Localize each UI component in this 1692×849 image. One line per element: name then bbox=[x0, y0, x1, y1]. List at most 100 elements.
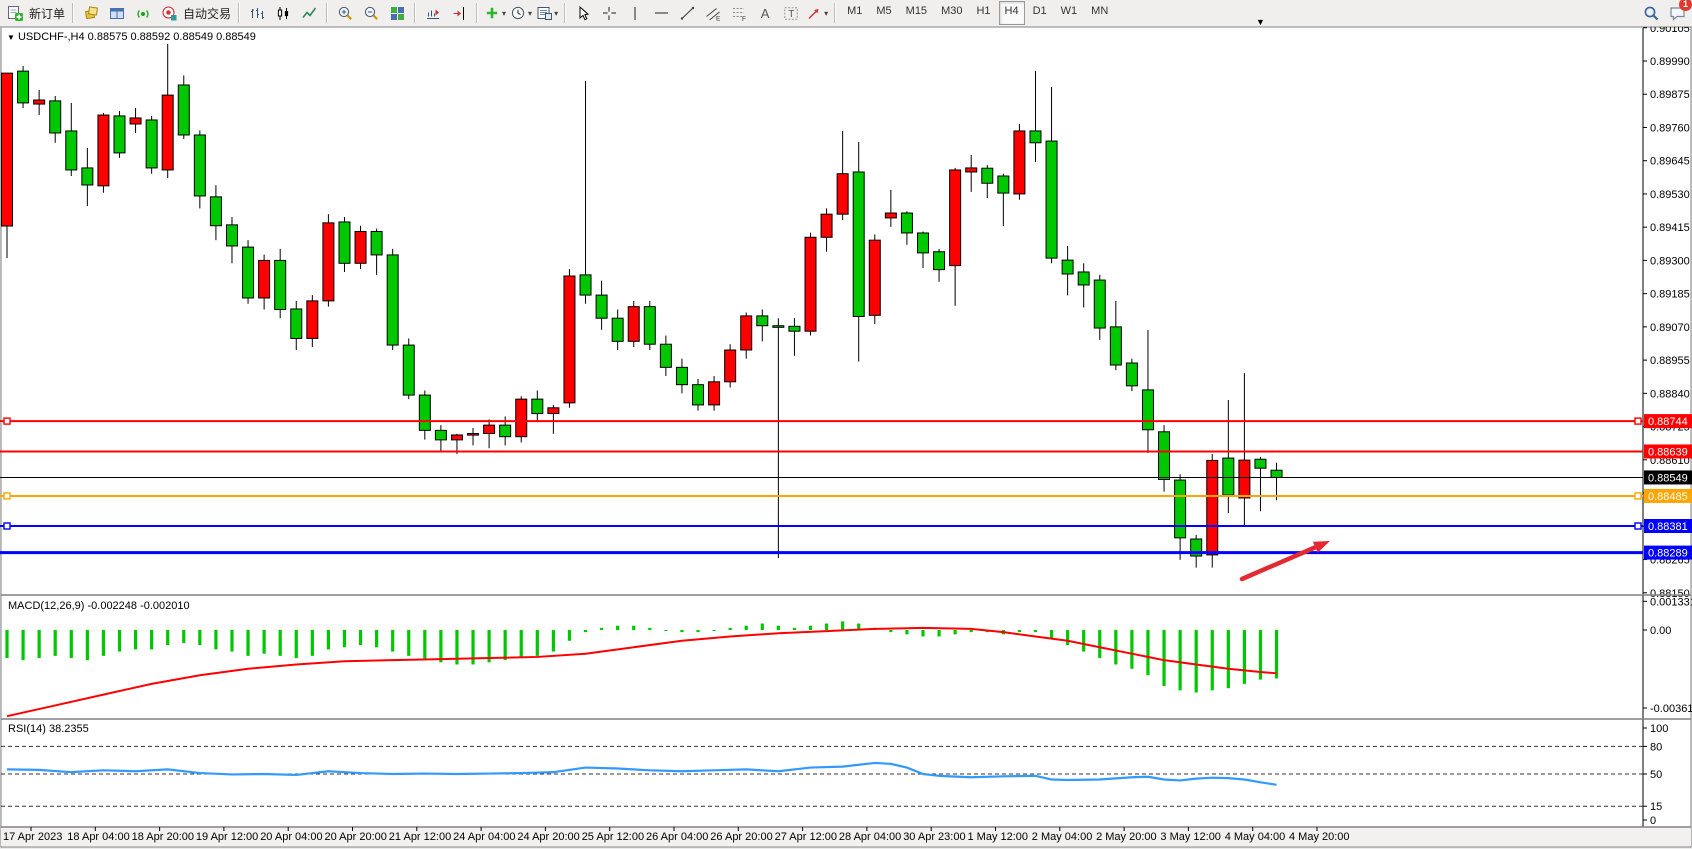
macd-histogram-bar bbox=[343, 630, 346, 647]
new-order-label[interactable]: 新订单 bbox=[29, 5, 65, 22]
zoom-out-button[interactable] bbox=[359, 1, 383, 25]
signal-button[interactable] bbox=[131, 1, 155, 25]
macd-axis-label: 0.00 bbox=[1650, 625, 1671, 637]
trendline-icon bbox=[679, 5, 696, 22]
candle bbox=[532, 399, 543, 413]
vertical-line-icon bbox=[627, 5, 644, 22]
autotrade-label[interactable]: 自动交易 bbox=[183, 5, 231, 22]
chart-canvas[interactable]: 0.901050.899900.898750.897600.896450.895… bbox=[0, 0, 1692, 849]
tile-windows-button[interactable] bbox=[385, 1, 409, 25]
price-axis-label: 0.89875 bbox=[1650, 89, 1690, 101]
candle bbox=[1142, 390, 1153, 430]
chart-shift-marker-icon[interactable]: ▼ bbox=[1256, 17, 1265, 27]
candle bbox=[805, 237, 816, 331]
text-button[interactable]: A bbox=[753, 1, 777, 25]
toolbar-separator bbox=[476, 3, 478, 23]
time-axis-label: 18 Apr 20:00 bbox=[132, 831, 194, 843]
macd-histogram-bar bbox=[552, 630, 555, 652]
new-order-button[interactable] bbox=[3, 1, 27, 25]
candle bbox=[1239, 460, 1250, 498]
horizontal-line-button[interactable] bbox=[649, 1, 673, 25]
text-label-button[interactable]: T bbox=[779, 1, 803, 25]
candle bbox=[773, 326, 784, 328]
text-icon: A bbox=[757, 5, 774, 22]
arrows-button[interactable]: ▾ bbox=[805, 1, 829, 25]
bar-chart-icon bbox=[249, 5, 266, 22]
autotrade-button[interactable] bbox=[157, 1, 181, 25]
time-axis-label: 2 May 04:00 bbox=[1032, 831, 1093, 843]
price-badge-label: 0.88549 bbox=[1648, 472, 1688, 484]
macd-histogram-bar bbox=[359, 630, 362, 645]
timeframe-d1-button[interactable]: D1 bbox=[1027, 1, 1053, 25]
templates-button[interactable]: ▾ bbox=[535, 1, 559, 25]
timeframe-h4-button[interactable]: H4 bbox=[999, 1, 1025, 25]
mt4-terminal: { "toolbar": { "new_order_label": "新订单",… bbox=[0, 0, 1692, 849]
timeframe-m1-button[interactable]: M1 bbox=[841, 1, 868, 25]
chart-shift-icon bbox=[451, 5, 468, 22]
periods-button[interactable]: ▾ bbox=[509, 1, 533, 25]
new-order-icon bbox=[7, 5, 24, 22]
indicators-add-button[interactable]: ▾ bbox=[483, 1, 507, 25]
channel-button[interactable]: E bbox=[701, 1, 725, 25]
candle bbox=[644, 307, 655, 345]
candle bbox=[693, 385, 704, 405]
arrows-icon bbox=[806, 5, 823, 22]
time-axis-label: 27 Apr 12:00 bbox=[775, 831, 837, 843]
candle bbox=[307, 301, 318, 339]
svg-text:T: T bbox=[788, 9, 794, 20]
horizontal-line-icon bbox=[653, 5, 670, 22]
templates-icon bbox=[536, 5, 553, 22]
candle bbox=[162, 95, 173, 170]
notification-badge[interactable]: 1 bbox=[1679, 0, 1692, 11]
candle bbox=[628, 307, 639, 342]
fibonacci-button[interactable]: F bbox=[727, 1, 751, 25]
auto-scroll-button[interactable] bbox=[421, 1, 445, 25]
candle bbox=[130, 118, 141, 124]
candle bbox=[98, 115, 109, 186]
time-axis-label: 4 May 04:00 bbox=[1225, 831, 1286, 843]
chart-shift-button[interactable] bbox=[447, 1, 471, 25]
timeframe-w1-button[interactable]: W1 bbox=[1055, 1, 1084, 25]
chevron-down-icon: ▾ bbox=[554, 9, 558, 18]
candle bbox=[596, 295, 607, 318]
macd-histogram-bar bbox=[1018, 630, 1021, 632]
candle bbox=[1207, 460, 1218, 555]
cursor-button[interactable] bbox=[571, 1, 595, 25]
candle bbox=[676, 367, 687, 384]
macd-histogram-bar bbox=[1162, 630, 1165, 686]
ohlc-readout: 0.88575 0.88592 0.88549 0.88549 bbox=[88, 31, 256, 43]
macd-histogram-bar bbox=[1195, 630, 1198, 692]
candlestick-chart-button[interactable] bbox=[271, 1, 295, 25]
candle bbox=[403, 345, 414, 395]
rsi-label: RSI(14) 38.2355 bbox=[8, 723, 89, 735]
timeframe-mn-button[interactable]: MN bbox=[1085, 1, 1114, 25]
bar-chart-button[interactable] bbox=[245, 1, 269, 25]
timeframe-m30-button[interactable]: M30 bbox=[935, 1, 968, 25]
zoom-in-button[interactable] bbox=[333, 1, 357, 25]
crosshair-button[interactable] bbox=[597, 1, 621, 25]
search-button[interactable] bbox=[1639, 1, 1663, 25]
profiles-button[interactable] bbox=[105, 1, 129, 25]
line-chart-button[interactable] bbox=[297, 1, 321, 25]
price-axis-label: 0.89990 bbox=[1650, 56, 1690, 68]
chart-collapse-icon[interactable]: ▼ bbox=[7, 33, 15, 42]
trendline-button[interactable] bbox=[675, 1, 699, 25]
candle bbox=[660, 344, 671, 367]
candle bbox=[50, 101, 61, 133]
timeframe-m15-button[interactable]: M15 bbox=[900, 1, 933, 25]
timeframe-m5-button[interactable]: M5 bbox=[870, 1, 897, 25]
chat-button[interactable]: 1 bbox=[1665, 1, 1689, 25]
cube-button[interactable] bbox=[79, 1, 103, 25]
time-axis-label: 28 Apr 04:00 bbox=[839, 831, 901, 843]
zoom-out-icon bbox=[363, 5, 380, 22]
candle bbox=[950, 170, 961, 266]
macd-histogram-bar bbox=[584, 630, 587, 632]
candle bbox=[1255, 459, 1266, 468]
macd-histogram-bar bbox=[327, 630, 330, 649]
candle bbox=[178, 85, 189, 135]
timeframe-h1-button[interactable]: H1 bbox=[970, 1, 996, 25]
svg-text:E: E bbox=[716, 15, 721, 22]
macd-histogram-bar bbox=[246, 630, 249, 656]
zoom-in-icon bbox=[337, 5, 354, 22]
vertical-line-button[interactable] bbox=[623, 1, 647, 25]
